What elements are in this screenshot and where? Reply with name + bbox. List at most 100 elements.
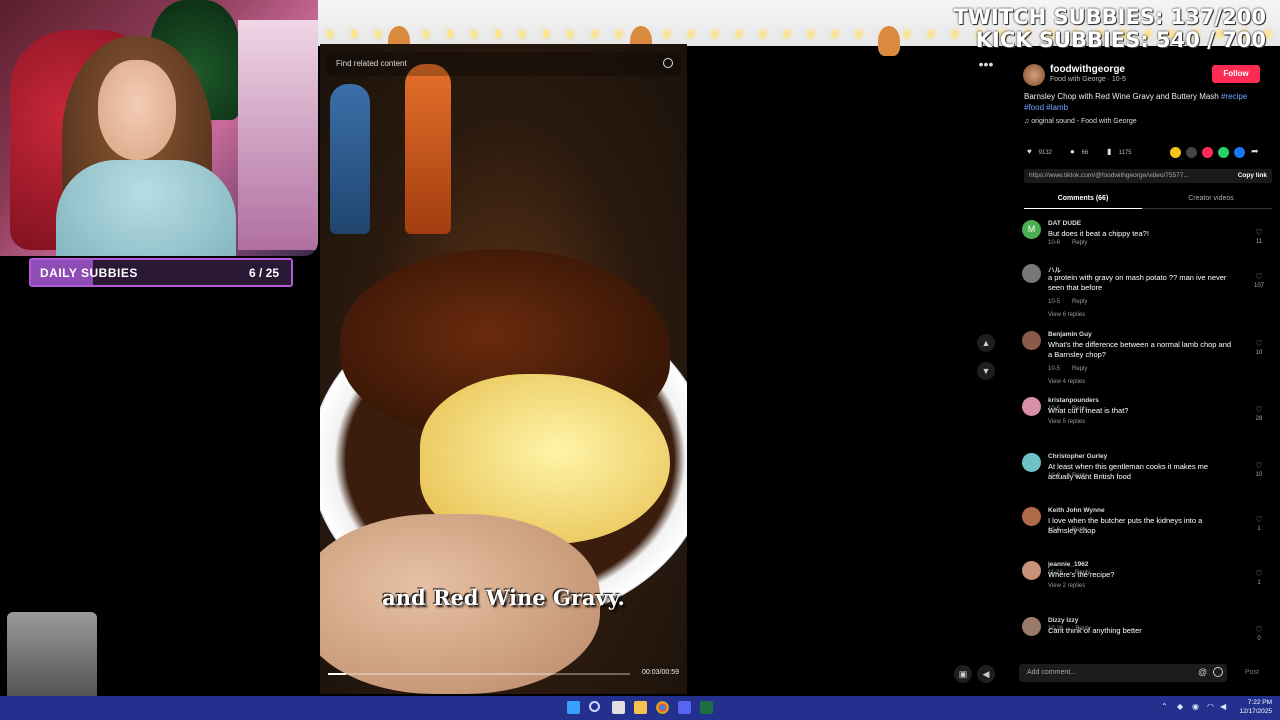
video-progress[interactable] bbox=[328, 673, 630, 675]
comment-meta: 10-5 Reply bbox=[1048, 299, 1087, 305]
sound-link[interactable]: ♫ original sound - Food with George bbox=[1024, 118, 1137, 125]
system-clock[interactable]: 7:22 PM 12/17/2025 bbox=[1232, 698, 1272, 716]
file-explorer-icon[interactable] bbox=[634, 701, 647, 714]
view-replies-button[interactable]: View 5 replies bbox=[1048, 419, 1085, 425]
volume-icon[interactable]: ◀ bbox=[977, 665, 995, 683]
reply-button[interactable]: Reply bbox=[1072, 299, 1087, 305]
comment-username[interactable]: jeannie_1962 bbox=[1048, 561, 1088, 568]
video-link-field[interactable]: https://www.tiktok.com/@foodwithgeorge/v… bbox=[1024, 169, 1272, 183]
heart-icon[interactable]: ♡ bbox=[1253, 228, 1265, 237]
reply-button[interactable]: Reply bbox=[1072, 240, 1087, 246]
comment-avatar[interactable] bbox=[1022, 453, 1041, 472]
emoji-icon[interactable] bbox=[1213, 667, 1223, 677]
tray-chevron-icon[interactable]: ⌃ bbox=[1161, 702, 1168, 711]
post-description: Barnsley Chop with Red Wine Gravy and Bu… bbox=[1024, 92, 1264, 113]
heart-icon[interactable]: ♡ bbox=[1253, 625, 1265, 634]
chrome-icon[interactable] bbox=[656, 701, 669, 714]
add-comment-input[interactable]: Add comment... bbox=[1019, 664, 1227, 682]
miniplayer-icon[interactable]: ▣ bbox=[954, 665, 972, 683]
heart-icon[interactable]: ♡ bbox=[1253, 272, 1265, 281]
discord-icon[interactable] bbox=[678, 701, 691, 714]
light-bulb-icon bbox=[1265, 30, 1270, 38]
tab-creator-videos[interactable]: Creator videos bbox=[1152, 195, 1270, 202]
bookmark-icon: ▮ bbox=[1107, 147, 1112, 156]
comment-avatar[interactable] bbox=[1022, 617, 1041, 636]
chevron-up-icon[interactable]: ▲ bbox=[977, 334, 995, 352]
windows-start-icon[interactable] bbox=[567, 701, 580, 714]
comments-panel: foodwithgeorge Food with George · 10-5 F… bbox=[1015, 56, 1280, 692]
search-icon[interactable] bbox=[663, 58, 673, 68]
comment-avatar[interactable] bbox=[1022, 264, 1041, 283]
share-whatsapp-icon[interactable] bbox=[1218, 147, 1229, 158]
comment-avatar[interactable] bbox=[1022, 397, 1041, 416]
light-bulb-icon bbox=[376, 30, 381, 38]
tray-app-icon[interactable]: ◆ bbox=[1177, 702, 1183, 711]
excel-icon[interactable] bbox=[700, 701, 713, 714]
reply-button[interactable]: Reply bbox=[1072, 406, 1087, 412]
comment-avatar[interactable] bbox=[1022, 507, 1041, 526]
chevron-down-icon[interactable]: ▼ bbox=[977, 362, 995, 380]
comment-username[interactable]: kristanpounders bbox=[1048, 397, 1099, 404]
author-subtitle: Food with George · 10-5 bbox=[1050, 76, 1126, 83]
reply-button[interactable]: Reply bbox=[1075, 570, 1090, 576]
comment-date: 10-8 bbox=[1048, 473, 1061, 479]
heart-icon[interactable]: ♡ bbox=[1253, 515, 1265, 524]
comment-text: At least when this gentleman cooks it ma… bbox=[1048, 462, 1209, 481]
taskbar-search-icon[interactable] bbox=[589, 701, 600, 712]
copy-link-button[interactable]: Copy link bbox=[1238, 172, 1267, 179]
comment-username[interactable]: DAT DUDE bbox=[1048, 220, 1081, 227]
find-related-search[interactable]: Find related content bbox=[326, 52, 681, 76]
comment-meta: 10-26 Reply bbox=[1048, 626, 1091, 632]
share-tiktok-icon[interactable] bbox=[1202, 147, 1213, 158]
view-replies-button[interactable]: View 6 replies bbox=[1048, 312, 1085, 318]
reply-button[interactable]: Reply bbox=[1075, 626, 1090, 632]
comment-avatar[interactable]: M bbox=[1022, 220, 1041, 239]
view-replies-button[interactable]: View 2 replies bbox=[1048, 583, 1085, 589]
heart-icon[interactable]: ♡ bbox=[1253, 339, 1265, 348]
comment-avatar[interactable] bbox=[1022, 561, 1041, 580]
share-arrow-icon[interactable]: ➦ bbox=[1251, 146, 1259, 157]
light-bulb-icon bbox=[784, 30, 789, 38]
reply-button[interactable]: Reply bbox=[1072, 473, 1087, 479]
author-avatar[interactable] bbox=[1023, 64, 1045, 86]
like-stat[interactable]: ♥ 9132 bbox=[1027, 147, 1052, 156]
video-player[interactable]: Find related content and Red Wine Gravy.… bbox=[320, 44, 687, 694]
daily-subbies-count: 6 / 25 bbox=[248, 266, 279, 280]
comment-username[interactable]: Keith John Wynne bbox=[1048, 507, 1105, 514]
heart-icon[interactable]: ♡ bbox=[1253, 461, 1265, 470]
tab-comments[interactable]: Comments (66) bbox=[1024, 195, 1142, 209]
salt-grinder bbox=[405, 64, 451, 234]
comment-username[interactable]: Christopher Gurley bbox=[1048, 453, 1107, 460]
light-bulb-icon bbox=[352, 30, 357, 38]
reply-button[interactable]: Reply bbox=[1072, 527, 1087, 533]
comment-username[interactable]: Dizzy Izzy bbox=[1048, 617, 1078, 624]
comment-username[interactable]: Benjamin Guy bbox=[1048, 331, 1092, 338]
comment-stat[interactable]: ● 66 bbox=[1070, 147, 1088, 156]
task-view-icon[interactable] bbox=[612, 701, 625, 714]
tray-network-icon[interactable]: ◉ bbox=[1192, 702, 1199, 711]
follow-button[interactable]: Follow bbox=[1212, 65, 1260, 83]
more-icon[interactable]: ••• bbox=[976, 56, 996, 72]
author-name[interactable]: foodwithgeorge bbox=[1050, 64, 1125, 75]
comment-meta: 10-6 Reply bbox=[1048, 527, 1087, 533]
share-emoji-icon[interactable] bbox=[1170, 147, 1181, 158]
share-facebook-icon[interactable] bbox=[1234, 147, 1245, 158]
reply-button[interactable]: Reply bbox=[1072, 366, 1087, 372]
tray-wifi-icon[interactable]: ◠ bbox=[1207, 702, 1214, 711]
video-time: 00:03/00:59 bbox=[642, 669, 679, 676]
mention-icon[interactable]: @ bbox=[1198, 667, 1207, 677]
tray-volume-icon[interactable]: ◀ bbox=[1220, 702, 1226, 711]
view-replies-button[interactable]: View 4 replies bbox=[1048, 379, 1085, 385]
post-comment-button[interactable]: Post bbox=[1245, 669, 1259, 676]
hashtags-line[interactable]: #food #lamb bbox=[1024, 103, 1068, 112]
save-stat[interactable]: ▮ 1175 bbox=[1107, 147, 1132, 156]
heart-icon[interactable]: ♡ bbox=[1253, 569, 1265, 578]
heart-icon[interactable]: ♡ bbox=[1253, 405, 1265, 414]
light-bulb-icon bbox=[905, 30, 910, 38]
hashtag-recipe[interactable]: #recipe bbox=[1221, 92, 1247, 101]
light-bulb-icon bbox=[760, 30, 765, 38]
share-embed-icon[interactable] bbox=[1186, 147, 1197, 158]
webcam-shelf bbox=[238, 20, 318, 250]
comment-avatar[interactable] bbox=[1022, 331, 1041, 350]
find-related-placeholder: Find related content bbox=[336, 59, 407, 68]
